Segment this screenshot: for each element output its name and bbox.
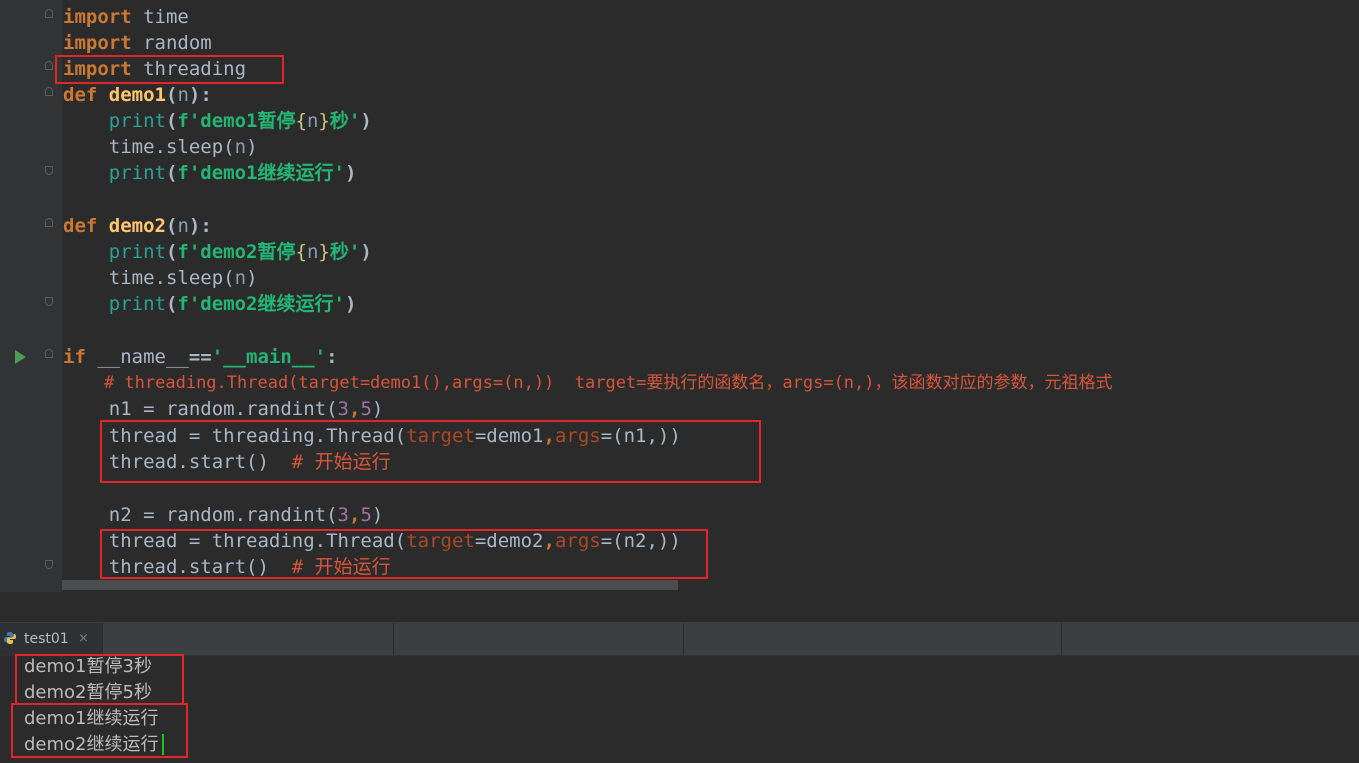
highlight-box xyxy=(11,703,188,758)
tab-divider xyxy=(1061,623,1062,655)
fold-marker[interactable] xyxy=(45,61,53,70)
fold-marker[interactable] xyxy=(45,297,53,306)
code-line: import random xyxy=(63,32,212,54)
code-line: print(f'demo1暂停{n}秒') xyxy=(108,110,372,132)
tab-label: test01 xyxy=(24,631,69,647)
code-line: time.sleep(n) xyxy=(108,267,258,289)
fold-marker[interactable] xyxy=(45,87,53,96)
code-line: print(f'demo2暂停{n}秒') xyxy=(108,241,372,263)
fold-marker[interactable] xyxy=(45,9,53,18)
tab-divider xyxy=(683,623,684,655)
run-console[interactable] xyxy=(0,656,1359,763)
code-line: print(f'demo2继续运行') xyxy=(108,293,357,315)
code-line: def demo2(n): xyxy=(63,215,212,237)
editor-gutter xyxy=(0,0,62,592)
code-editor[interactable]: import time import random import threadi… xyxy=(0,0,1359,592)
code-line: n1 = random.randint(3,5) xyxy=(108,398,384,420)
code-line: n2 = random.randint(3,5) xyxy=(108,504,384,526)
fold-marker[interactable] xyxy=(45,560,53,569)
horizontal-scrollbar[interactable] xyxy=(62,580,678,590)
run-icon[interactable] xyxy=(15,350,26,364)
panel-divider[interactable] xyxy=(0,592,1359,623)
python-icon xyxy=(4,632,16,644)
highlight-box xyxy=(15,654,184,705)
code-line: time.sleep(n) xyxy=(108,136,258,158)
highlight-box xyxy=(100,529,708,579)
close-icon[interactable]: × xyxy=(78,623,89,655)
code-line: if __name__=='__main__': xyxy=(63,346,338,368)
tab-test01[interactable]: test01 × xyxy=(0,623,102,655)
fold-marker[interactable] xyxy=(45,218,53,227)
code-line: print(f'demo1继续运行') xyxy=(108,162,357,184)
code-line: # threading.Thread(target=demo1(),args=(… xyxy=(103,373,1113,393)
code-line: import time xyxy=(63,6,189,28)
highlight-box xyxy=(55,55,284,84)
tab-divider xyxy=(393,623,394,655)
code-line: def demo1(n): xyxy=(63,84,212,106)
highlight-box xyxy=(100,420,761,483)
fold-marker[interactable] xyxy=(45,166,53,175)
tab-divider xyxy=(102,623,103,655)
fold-marker[interactable] xyxy=(45,349,53,358)
run-tab-bar: test01 × xyxy=(0,623,1359,656)
